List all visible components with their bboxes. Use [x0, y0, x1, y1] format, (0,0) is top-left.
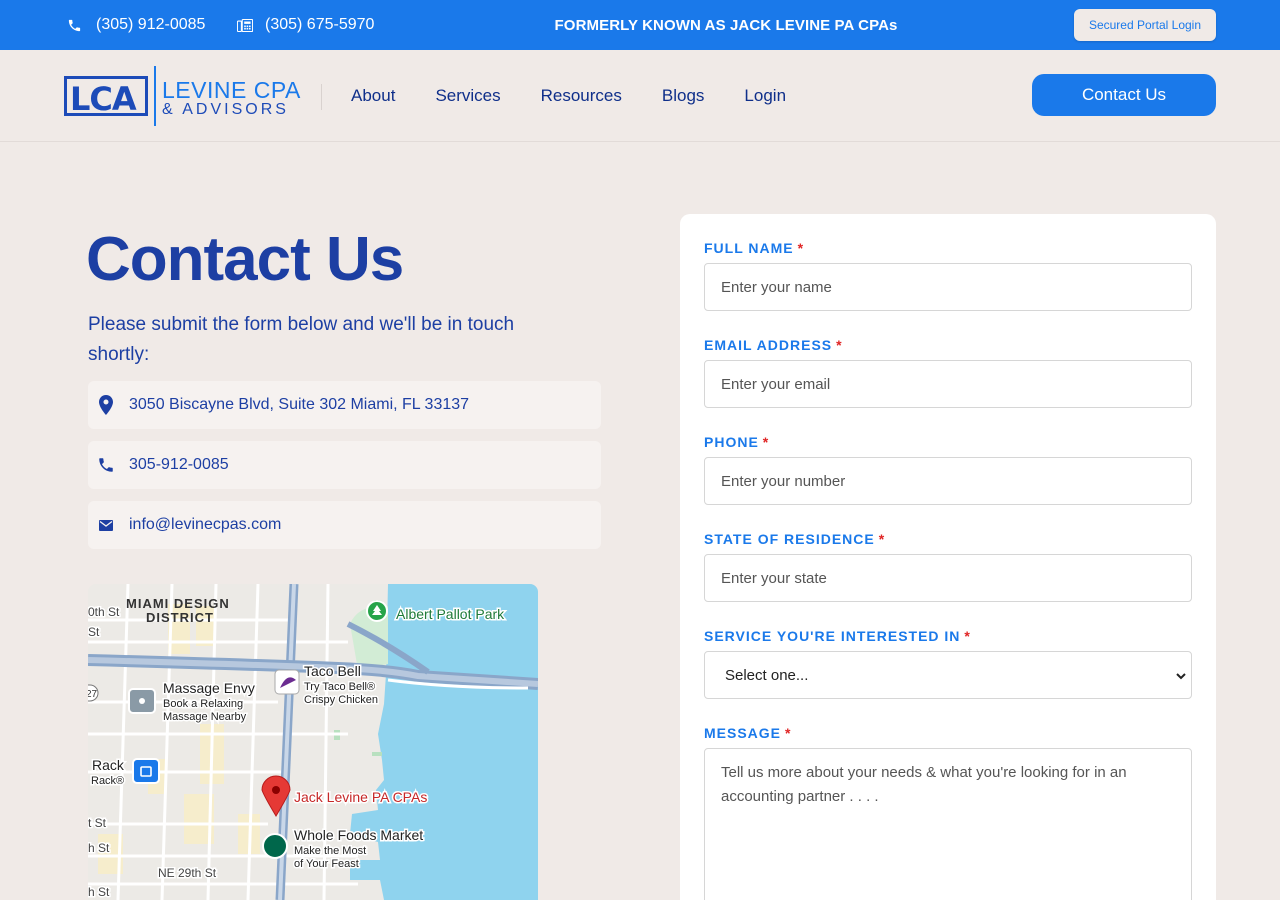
map-label-street-4: h St [88, 841, 110, 855]
required-mark: * [964, 628, 971, 644]
map-label-pin: Jack Levine PA CPAs [294, 789, 427, 805]
map-label-taco-sub2: Crispy Chicken [304, 694, 378, 706]
state-label-text: STATE OF RESIDENCE [704, 531, 875, 547]
logo-mark-letters: LCA [70, 80, 137, 118]
full-name-input[interactable] [704, 263, 1192, 311]
logo-line-1: LEVINE CPA [162, 77, 301, 103]
message-label: MESSAGE * [704, 725, 791, 741]
map-label-taco-sub1: Try Taco Bell® [304, 681, 375, 693]
top-bar: (305) 912-0085 (305) 675-5970 FORMERLY K… [0, 0, 1280, 50]
nav-about[interactable]: About [351, 86, 395, 106]
required-mark: * [836, 337, 843, 353]
full-name-label-text: FULL NAME [704, 240, 794, 256]
park-marker-icon[interactable] [366, 600, 388, 622]
map-label-wf-sub2: of Your Feast [294, 858, 359, 870]
page-subtitle: Please submit the form below and we'll b… [88, 314, 515, 365]
phone-label: PHONE * [704, 434, 769, 450]
map-label-massage-sub2: Massage Nearby [163, 711, 247, 723]
state-input[interactable] [704, 554, 1192, 602]
map-label-taco: Taco Bell [304, 663, 361, 679]
nav-separator [321, 84, 322, 110]
address-text: 3050 Biscayne Blvd, Suite 302 Miami, FL … [129, 396, 470, 413]
service-select[interactable]: Select one... [704, 651, 1192, 699]
map-label-district-1: MIAMI DESIGN [126, 596, 230, 611]
address-card: 3050 Biscayne Blvd, Suite 302 Miami, FL … [88, 381, 601, 429]
map-label-park: Albert Pallot Park [396, 606, 505, 622]
logo-divider [154, 66, 156, 126]
site-header: LCA LEVINE CPA & ADVISORS About Services… [0, 50, 1280, 142]
nav-login[interactable]: Login [744, 86, 786, 106]
email-label: EMAIL ADDRESS * [704, 337, 843, 353]
phone-card[interactable]: 305-912-0085 [88, 441, 601, 489]
message-textarea[interactable] [704, 748, 1192, 900]
contact-form: FULL NAME* EMAIL ADDRESS* PHONE* STATE O… [680, 214, 1216, 900]
phone-input[interactable] [704, 457, 1192, 505]
message-label-text: MESSAGE [704, 725, 782, 741]
rack-store-icon[interactable] [132, 758, 160, 784]
service-select-value: Select one... [725, 666, 809, 684]
route-badge-text: 27 [88, 689, 98, 700]
email-card[interactable]: info@levinecpas.com [88, 501, 601, 549]
service-label-text: SERVICE YOU'RE INTERESTED IN [704, 628, 961, 644]
logo-line-2: & ADVISORS [162, 101, 289, 118]
email-input[interactable] [704, 360, 1192, 408]
phone-label-text: PHONE [704, 434, 759, 450]
required-mark: * [797, 240, 805, 256]
nav-blogs[interactable]: Blogs [662, 86, 705, 106]
map-label-street-2: St [88, 625, 100, 639]
phone-icon [96, 455, 116, 475]
map-label-wf-sub1: Make the Most [294, 845, 366, 857]
email-text: info@levinecpas.com [129, 516, 282, 533]
whole-foods-icon[interactable] [262, 833, 288, 859]
chevron-down-icon [1175, 669, 1187, 686]
map-label-massage: Massage Envy [163, 680, 255, 696]
required-mark: * [878, 531, 886, 547]
map-label-massage-sub1: Book a Relaxing [163, 698, 243, 710]
map-pin-icon [96, 395, 116, 415]
map-label-street-5: h St [88, 885, 110, 899]
email-label-text: EMAIL ADDRESS [704, 337, 833, 353]
nav-services[interactable]: Services [435, 86, 500, 106]
map-label-street-29: NE 29th St [158, 866, 217, 880]
phone-text: 305-912-0085 [129, 456, 229, 473]
secured-portal-login-button[interactable]: Secured Portal Login [1074, 9, 1216, 41]
contact-us-button[interactable]: Contact Us [1032, 74, 1216, 116]
required-mark: * [785, 725, 792, 741]
mail-icon [96, 515, 116, 535]
nav-resources[interactable]: Resources [541, 86, 622, 106]
map-label-wf: Whole Foods Market [294, 827, 423, 843]
logo[interactable]: LCA LEVINE CPA & ADVISORS [64, 66, 324, 126]
map-label-street-1: 0th St [88, 605, 120, 619]
main-nav: About Services Resources Blogs Login [351, 50, 826, 142]
logo-mark: LCA [64, 76, 148, 118]
location-map[interactable]: MIAMI DESIGN DISTRICT Albert Pallot Park… [88, 584, 538, 900]
service-label: SERVICE YOU'RE INTERESTED IN * [704, 628, 971, 644]
required-mark: * [762, 434, 770, 450]
map-label-district-2: DISTRICT [146, 610, 214, 625]
map-label-rack: Rack [92, 757, 125, 773]
map-label-rack-sub: Rack® [91, 775, 124, 787]
full-name-label: FULL NAME * [704, 240, 804, 256]
page-title: Contact Us [86, 225, 404, 294]
map-label-street-3: t St [88, 816, 107, 830]
state-label: STATE OF RESIDENCE * [704, 531, 885, 547]
